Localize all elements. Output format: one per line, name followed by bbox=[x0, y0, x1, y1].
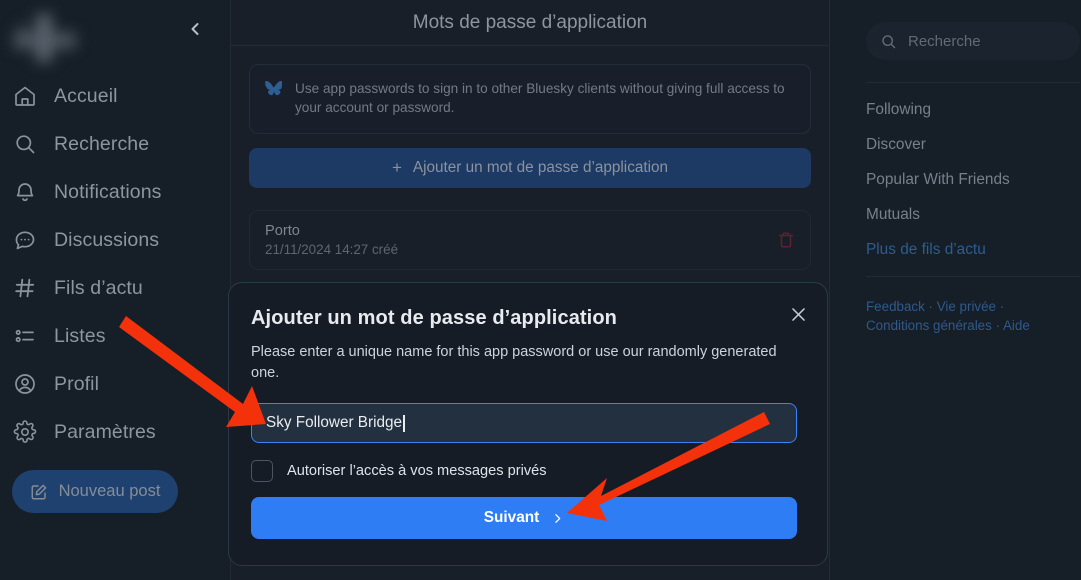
divider bbox=[866, 276, 1080, 277]
app-password-name-input[interactable]: Sky Follower Bridge bbox=[251, 403, 797, 444]
bell-icon bbox=[12, 179, 38, 205]
sidebar-item-label: Accueil bbox=[54, 84, 118, 107]
info-banner: Use app passwords to sign in to other Bl… bbox=[249, 64, 811, 134]
search-icon bbox=[880, 33, 897, 50]
add-app-password-button[interactable]: + Ajouter un mot de passe d’application bbox=[249, 147, 811, 188]
search-placeholder: Recherche bbox=[908, 32, 981, 50]
allow-dm-access-label: Autoriser l’accès à vos messages privés bbox=[287, 463, 547, 480]
sidebar-item-listes[interactable]: Listes bbox=[6, 312, 230, 360]
sidebar-item-fils-dactu[interactable]: Fils d’actu bbox=[6, 264, 230, 312]
sidebar-item-recherche[interactable]: Recherche bbox=[6, 120, 230, 168]
page-header: Mots de passe d’application bbox=[231, 0, 829, 46]
bluesky-logo-blurred bbox=[14, 10, 84, 65]
left-sidebar: Accueil Recherche Notifications Discussi… bbox=[0, 0, 230, 580]
sidebar-item-notifications[interactable]: Notifications bbox=[6, 168, 230, 216]
sidebar-item-parametres[interactable]: Paramètres bbox=[6, 408, 230, 456]
dialog-description: Please enter a unique name for this app … bbox=[251, 344, 777, 381]
person-circle-icon bbox=[12, 371, 38, 397]
page-title: Mots de passe d’application bbox=[412, 11, 648, 33]
dialog-panel: Ajouter un mot de passe d’application Pl… bbox=[228, 282, 828, 566]
sidebar-item-label: Paramètres bbox=[54, 420, 156, 443]
sidebar-header bbox=[6, 0, 230, 70]
feed-item-more-feeds[interactable]: Plus de fils d’actu bbox=[866, 241, 1081, 259]
dialog-title: Ajouter un mot de passe d’application bbox=[251, 307, 617, 329]
page-body: Use app passwords to sign in to other Bl… bbox=[231, 46, 829, 270]
compose-pencil-icon bbox=[30, 482, 49, 501]
sidebar-item-label: Profil bbox=[54, 372, 100, 395]
feed-item-popular-with-friends[interactable]: Popular With Friends bbox=[866, 171, 1081, 189]
list-icon bbox=[12, 323, 38, 349]
plus-icon: + bbox=[391, 157, 402, 177]
suivant-button[interactable]: Suivant bbox=[251, 497, 797, 540]
chevron-left-icon[interactable] bbox=[178, 12, 212, 46]
sidebar-item-label: Recherche bbox=[54, 132, 150, 155]
trash-icon[interactable] bbox=[777, 231, 795, 249]
feed-item-mutuals[interactable]: Mutuals bbox=[866, 206, 1081, 224]
chevron-right-icon bbox=[550, 511, 564, 525]
sidebar-item-profil[interactable]: Profil bbox=[6, 360, 230, 408]
footer-links-line-1[interactable]: Feedback · Vie privée · bbox=[866, 299, 1004, 314]
feed-item-discover[interactable]: Discover bbox=[866, 136, 1081, 154]
add-app-password-dialog: Ajouter un mot de passe d’application Pl… bbox=[228, 282, 828, 566]
app-password-meta: Porto 21/11/2024 14:27 créé bbox=[265, 223, 777, 257]
close-icon[interactable] bbox=[785, 301, 811, 327]
info-banner-text: Use app passwords to sign in to other Bl… bbox=[295, 81, 785, 116]
search-input[interactable]: Recherche bbox=[866, 22, 1080, 60]
app-password-created: 21/11/2024 14:27 créé bbox=[265, 241, 399, 257]
gear-icon bbox=[12, 419, 38, 445]
footer-links-line-2[interactable]: Conditions générales · Aide bbox=[866, 318, 1030, 333]
footer-links: Feedback · Vie privée · Conditions génér… bbox=[866, 297, 1066, 336]
right-sidebar: Recherche Following Discover Popular Wit… bbox=[830, 0, 1081, 580]
sidebar-item-label: Fils d’actu bbox=[54, 276, 143, 299]
sidebar-nav: Accueil Recherche Notifications Discussi… bbox=[6, 72, 230, 456]
allow-dm-access-row[interactable]: Autoriser l’accès à vos messages privés bbox=[251, 460, 805, 483]
sidebar-item-accueil[interactable]: Accueil bbox=[6, 72, 230, 120]
divider bbox=[866, 82, 1080, 83]
bluesky-app-window: Accueil Recherche Notifications Discussi… bbox=[0, 0, 1081, 580]
home-icon bbox=[12, 83, 38, 109]
sidebar-item-label: Listes bbox=[54, 324, 106, 347]
chat-bubble-icon bbox=[12, 227, 38, 253]
allow-dm-access-checkbox[interactable] bbox=[251, 460, 273, 483]
app-password-row: Porto 21/11/2024 14:27 créé bbox=[249, 209, 811, 270]
add-app-password-label: Ajouter un mot de passe d’application bbox=[412, 158, 669, 176]
suivant-label: Suivant bbox=[483, 509, 540, 527]
sidebar-item-label: Notifications bbox=[54, 180, 162, 203]
sidebar-item-discussions[interactable]: Discussions bbox=[6, 216, 230, 264]
search-icon bbox=[12, 131, 38, 157]
sidebar-item-label: Discussions bbox=[54, 228, 160, 251]
app-password-name: Porto bbox=[265, 222, 300, 239]
nouveau-post-label: Nouveau post bbox=[58, 482, 161, 500]
feed-list: Following Discover Popular With Friends … bbox=[866, 101, 1081, 259]
app-password-name-value: Sky Follower Bridge bbox=[266, 414, 403, 432]
hash-icon bbox=[12, 275, 38, 301]
nouveau-post-button[interactable]: Nouveau post bbox=[12, 470, 178, 513]
bluesky-butterfly-icon bbox=[265, 79, 283, 118]
feed-item-following[interactable]: Following bbox=[866, 101, 1081, 119]
text-caret bbox=[403, 414, 405, 432]
